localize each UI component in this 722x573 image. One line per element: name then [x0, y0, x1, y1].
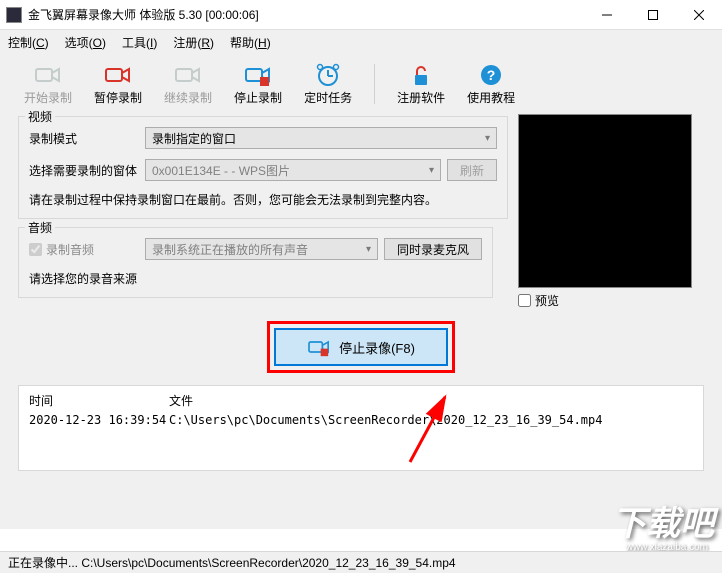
preview-box: [518, 114, 692, 288]
stop-record-button[interactable]: 停止录制: [234, 63, 282, 106]
maximize-button[interactable]: [630, 0, 676, 30]
video-note: 请在录制过程中保持录制窗口在最前。否则，您可能会无法录制到完整内容。: [29, 191, 497, 208]
record-mode-select[interactable]: 录制指定的窗口: [145, 127, 497, 149]
recordings-table: 时间 文件 2020-12-23 16:39:54 C:\Users\pc\Do…: [18, 385, 704, 471]
menu-help[interactable]: 帮助(H): [230, 34, 271, 51]
clock-icon: [314, 63, 342, 87]
camera-stop-icon: [244, 63, 272, 87]
record-audio-checkbox[interactable]: 录制音频: [29, 241, 139, 258]
tutorial-button[interactable]: ? 使用教程: [467, 63, 515, 106]
camera-resume-icon: [174, 63, 202, 87]
svg-text:?: ?: [487, 67, 496, 83]
camera-pause-icon: [104, 63, 132, 87]
audio-source-select[interactable]: 录制系统正在播放的所有声音: [145, 238, 378, 260]
start-record-button[interactable]: 开始录制: [24, 63, 72, 106]
camera-stop-icon: [307, 337, 331, 357]
menu-options[interactable]: 选项(O): [65, 34, 106, 51]
cell-file: C:\Users\pc\Documents\ScreenRecorder\202…: [169, 413, 693, 427]
menu-tools[interactable]: 工具(I): [122, 34, 157, 51]
statusbar: 正在录像中... C:\Users\pc\Documents\ScreenRec…: [0, 551, 722, 573]
record-mode-label: 录制模式: [29, 130, 139, 147]
menu-register[interactable]: 注册(R): [173, 34, 214, 51]
lock-icon: [407, 63, 435, 87]
col-file-header: 文件: [169, 392, 693, 409]
camera-icon: [34, 63, 62, 87]
window-select[interactable]: 0x001E134E - - WPS图片: [145, 159, 441, 181]
help-icon: ?: [477, 63, 505, 87]
window-select-label: 选择需要录制的窗体: [29, 162, 139, 179]
pause-record-button[interactable]: 暂停录制: [94, 63, 142, 106]
col-time-header: 时间: [29, 392, 169, 409]
resume-record-button[interactable]: 继续录制: [164, 63, 212, 106]
stop-highlight-frame: 停止录像(F8): [267, 321, 455, 373]
schedule-button[interactable]: 定时任务: [304, 63, 352, 106]
minimize-button[interactable]: [584, 0, 630, 30]
stop-recording-button[interactable]: 停止录像(F8): [274, 328, 448, 366]
preview-checkbox[interactable]: 预览: [518, 292, 704, 309]
video-group: 视频 录制模式 录制指定的窗口 选择需要录制的窗体 0x001E134E - -…: [18, 116, 508, 219]
audio-hint: 请选择您的录音来源: [29, 270, 482, 287]
refresh-button[interactable]: 刷新: [447, 159, 497, 181]
cell-time: 2020-12-23 16:39:54: [29, 413, 169, 427]
table-row[interactable]: 2020-12-23 16:39:54 C:\Users\pc\Document…: [29, 413, 693, 427]
app-icon: [6, 7, 22, 23]
close-button[interactable]: [676, 0, 722, 30]
menubar: 控制(C) 选项(O) 工具(I) 注册(R) 帮助(H): [0, 30, 722, 54]
menu-control[interactable]: 控制(C): [8, 34, 49, 51]
toolbar: 开始录制 暂停录制 继续录制 停止录制 定时任务 注册软件 ? 使用教程: [0, 54, 722, 114]
mic-button[interactable]: 同时录麦克风: [384, 238, 482, 260]
audio-group: 音频 录制音频 录制系统正在播放的所有声音 同时录麦克风 请选择您的录音来源: [18, 227, 493, 298]
titlebar: 金飞翼屏幕录像大师 体验版 5.30 [00:00:06]: [0, 0, 722, 30]
window-title: 金飞翼屏幕录像大师 体验版 5.30 [00:00:06]: [28, 6, 584, 23]
register-software-button[interactable]: 注册软件: [397, 63, 445, 106]
video-group-label: 视频: [25, 108, 55, 125]
audio-group-label: 音频: [25, 219, 55, 236]
